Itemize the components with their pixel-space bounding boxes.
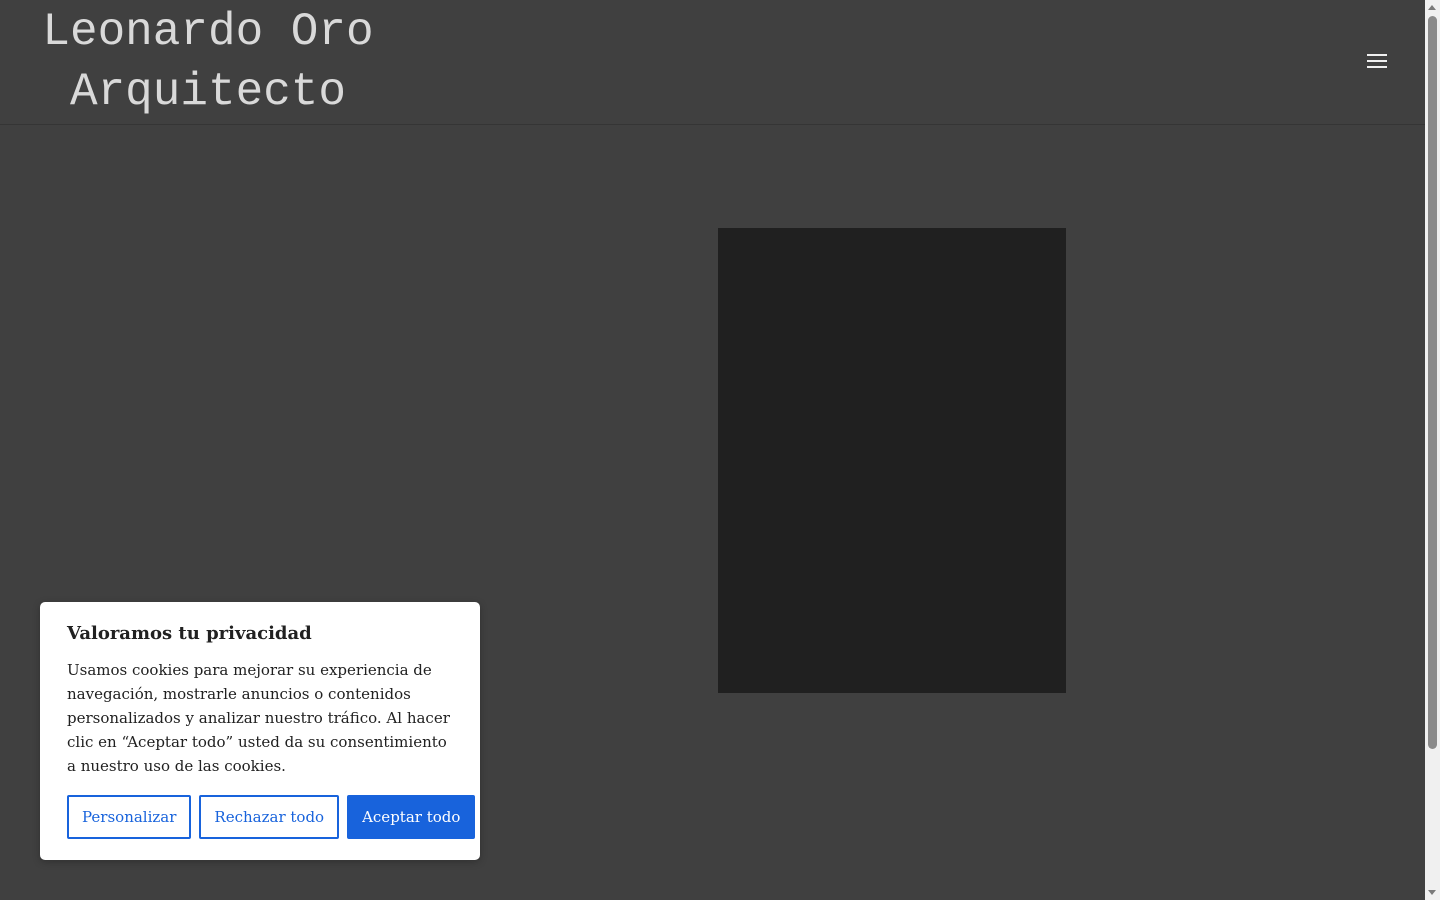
site-header: Leonardo Oro Arquitecto bbox=[0, 0, 1425, 125]
site-title-line-1[interactable]: Leonardo Oro bbox=[26, 2, 390, 62]
menu-button[interactable] bbox=[1362, 48, 1392, 74]
scroll-down-icon[interactable] bbox=[1428, 890, 1436, 895]
hamburger-menu-icon[interactable] bbox=[1367, 54, 1387, 56]
scrollbar-thumb[interactable] bbox=[1428, 16, 1437, 749]
cookie-consent-banner: Valoramos tu privacidad Usamos cookies p… bbox=[40, 602, 480, 860]
site-title-line-2[interactable]: Arquitecto bbox=[26, 62, 390, 122]
cookie-banner-actions: Personalizar Rechazar todo Aceptar todo bbox=[67, 795, 476, 839]
vertical-scrollbar[interactable] bbox=[1425, 0, 1440, 900]
scroll-up-icon[interactable] bbox=[1428, 5, 1436, 10]
cookie-banner-text: Usamos cookies para mejorar su experienc… bbox=[67, 661, 450, 775]
reject-all-button[interactable]: Rechazar todo bbox=[199, 795, 340, 839]
accept-all-button[interactable]: Aceptar todo bbox=[347, 795, 476, 839]
site-title[interactable]: Leonardo Oro Arquitecto bbox=[26, 2, 390, 122]
cookie-banner-title: Valoramos tu privacidad bbox=[67, 623, 312, 644]
page: Leonardo Oro Arquitecto Valoramos tu pri… bbox=[0, 0, 1425, 900]
hero-image bbox=[718, 228, 1066, 693]
customize-button[interactable]: Personalizar bbox=[67, 795, 192, 839]
